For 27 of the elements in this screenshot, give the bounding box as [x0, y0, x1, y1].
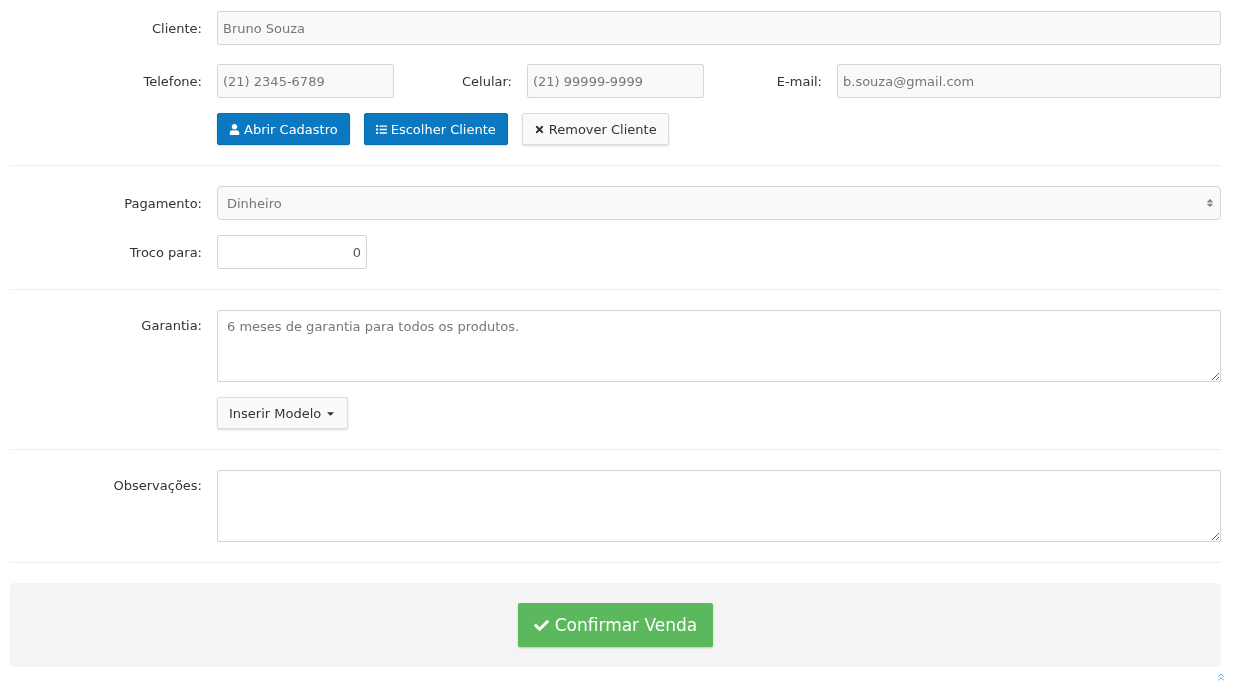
- notes-textarea[interactable]: [217, 470, 1221, 542]
- client-button[interactable]: Escolher Cliente: [363, 113, 508, 145]
- warranty-textarea[interactable]: 6 meses de garantia para todos os produtos.: [217, 310, 1221, 382]
- close-icon: [533, 123, 545, 135]
- field-label: Garantia:: [141, 317, 202, 333]
- client-button[interactable]: Abrir Cadastro: [217, 113, 350, 145]
- payment-select[interactable]: Dinheiro: [217, 186, 1221, 220]
- client-name-field[interactable]: Bruno Souza: [217, 11, 1221, 45]
- sort-icon: [1205, 198, 1215, 208]
- field-label: Observações:: [113, 477, 202, 493]
- insert-template-button[interactable]: Inserir Modelo: [217, 397, 349, 429]
- field-label: Cliente:: [152, 20, 202, 36]
- contact-field[interactable]: b.souza@gmail.com: [837, 64, 1221, 98]
- list-icon: [375, 123, 387, 135]
- check-icon: [533, 617, 549, 633]
- scroll-top-icon[interactable]: [1215, 671, 1227, 683]
- change-field[interactable]: 0: [217, 235, 367, 269]
- field-label: E-mail:: [776, 73, 822, 89]
- field-label: Telefone:: [143, 73, 202, 89]
- confirm-button[interactable]: Confirmar Venda: [517, 603, 714, 647]
- user-icon: [229, 123, 240, 135]
- contact-field[interactable]: (21) 99999-9999: [527, 64, 704, 98]
- field-label: Troco para:: [129, 244, 202, 260]
- contact-field[interactable]: (21) 2345-6789: [217, 64, 394, 98]
- field-label: Celular:: [462, 73, 512, 89]
- field-label: Pagamento:: [124, 195, 202, 211]
- client-button[interactable]: Remover Cliente: [521, 113, 669, 145]
